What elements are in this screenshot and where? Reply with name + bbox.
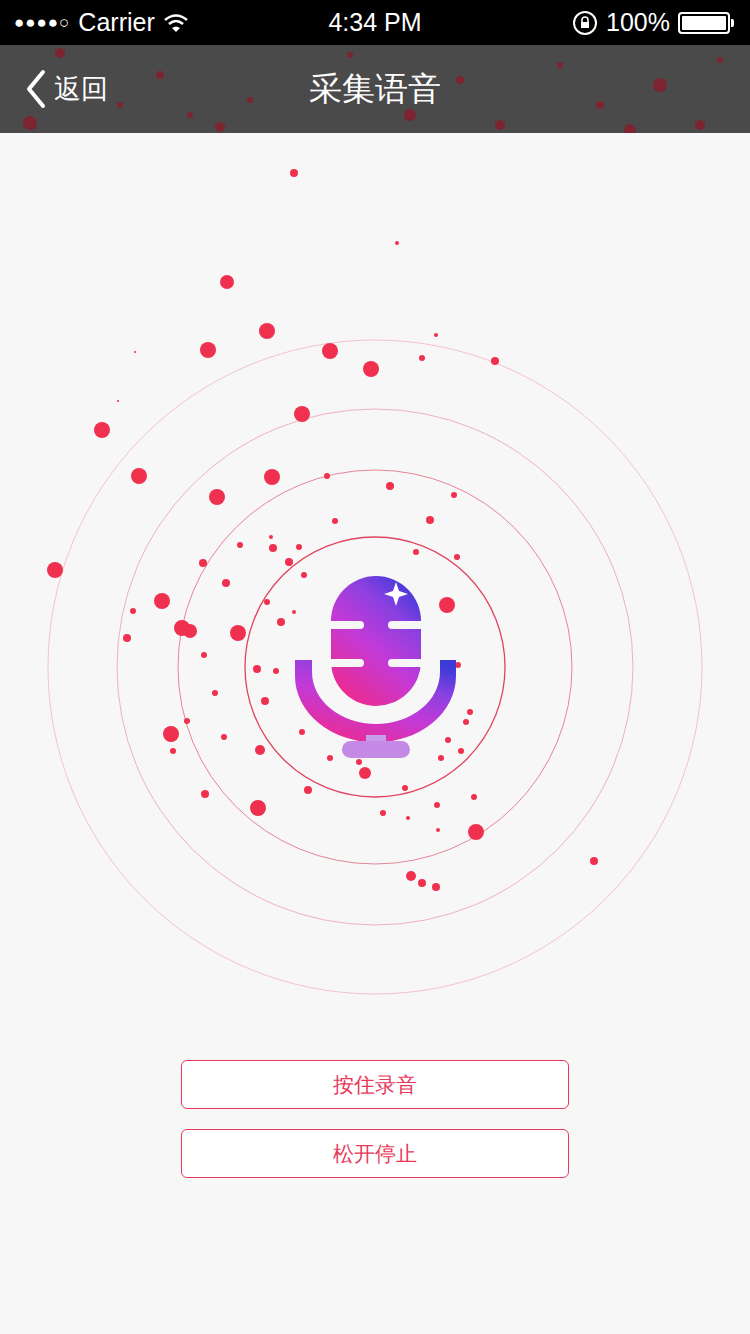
hold-to-record-button[interactable]: 按住录音 bbox=[181, 1060, 569, 1109]
page-title: 采集语音 bbox=[309, 67, 441, 112]
battery-icon bbox=[678, 12, 730, 34]
status-right: 100% bbox=[422, 8, 736, 37]
microphone-icon[interactable] bbox=[295, 576, 456, 758]
signal-strength: ●●●●○ bbox=[14, 13, 70, 33]
rotation-lock-icon bbox=[572, 10, 598, 36]
wifi-icon bbox=[163, 13, 189, 33]
nav-bar: 返回 采集语音 bbox=[0, 45, 750, 133]
back-button[interactable]: 返回 bbox=[24, 69, 309, 109]
recording-visual bbox=[0, 133, 750, 1033]
carrier-name: Carrier bbox=[78, 8, 154, 37]
battery-fill bbox=[682, 16, 726, 30]
back-label[interactable]: 返回 bbox=[54, 71, 108, 107]
status-bar: ●●●●○ Carrier 4:34 PM 100% bbox=[0, 0, 750, 45]
action-buttons: 按住录音松开停止 bbox=[0, 1033, 750, 1178]
clock: 4:34 PM bbox=[328, 8, 421, 37]
chevron-left-icon bbox=[24, 69, 48, 109]
release-to-stop-button[interactable]: 松开停止 bbox=[181, 1129, 569, 1178]
battery-percent: 100% bbox=[606, 8, 670, 37]
status-left: ●●●●○ Carrier bbox=[14, 8, 328, 37]
